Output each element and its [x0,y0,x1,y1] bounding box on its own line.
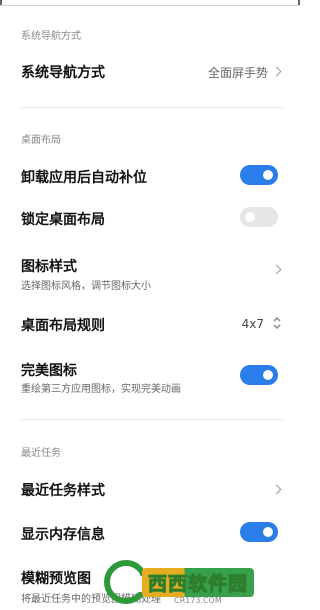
chevron-right-icon [271,66,282,77]
chevron-right-icon [271,264,282,275]
divider [21,419,283,420]
row-label: 模糊预览图 [21,571,91,587]
watermark-url: CR173.COM [174,596,222,605]
row-label: 桌面布局规则 [21,318,105,334]
watermark-logo: 西西软件园 CR173.COM [104,558,300,610]
section-title-desktop: 桌面布局 [21,135,61,146]
row-label: 完美图标 [21,363,77,379]
row-lock-layout: 锁定桌面布局 [0,207,300,233]
layout-rule-value: 4x7 [241,317,264,331]
row-perfect-icon: 完美图标 重绘第三方应用图标，实现完美动画 [0,356,300,396]
row-recent-style[interactable]: 最近任务样式 [0,476,300,502]
row-nav-mode[interactable]: 系统导航方式 全面屏手势 [0,58,300,84]
row-memory-info: 显示内存信息 [0,520,300,546]
divider [21,107,283,108]
row-label: 最近任务样式 [21,483,105,499]
lock-layout-toggle[interactable] [240,207,278,227]
top-frame-line [0,0,300,6]
row-sublabel: 选择图标风格，调节图标大小 [21,281,151,292]
row-icon-style[interactable]: 图标样式 选择图标风格，调节图标大小 [0,252,300,292]
memory-info-toggle[interactable] [240,522,278,542]
up-down-arrows-icon [272,316,282,330]
row-sublabel: 重绘第三方应用图标，实现完美动画 [21,384,181,395]
row-label: 系统导航方式 [21,65,105,81]
row-label: 卸载应用后自动补位 [21,170,147,186]
perfect-icon-toggle[interactable] [240,365,278,385]
row-auto-fill: 卸载应用后自动补位 [0,163,300,189]
section-title-recent: 最近任务 [21,448,61,459]
auto-fill-toggle[interactable] [240,165,278,185]
nav-mode-value: 全面屏手势 [207,66,268,80]
row-label: 显示内存信息 [21,527,105,543]
row-layout-rule[interactable]: 桌面布局规则 4x7 [0,311,300,337]
chevron-right-icon [271,484,282,495]
row-label: 图标样式 [21,259,77,275]
row-label: 锁定桌面布局 [21,212,105,228]
watermark-brand: 西西软件园 [142,568,255,597]
section-title-nav: 系统导航方式 [21,31,81,42]
